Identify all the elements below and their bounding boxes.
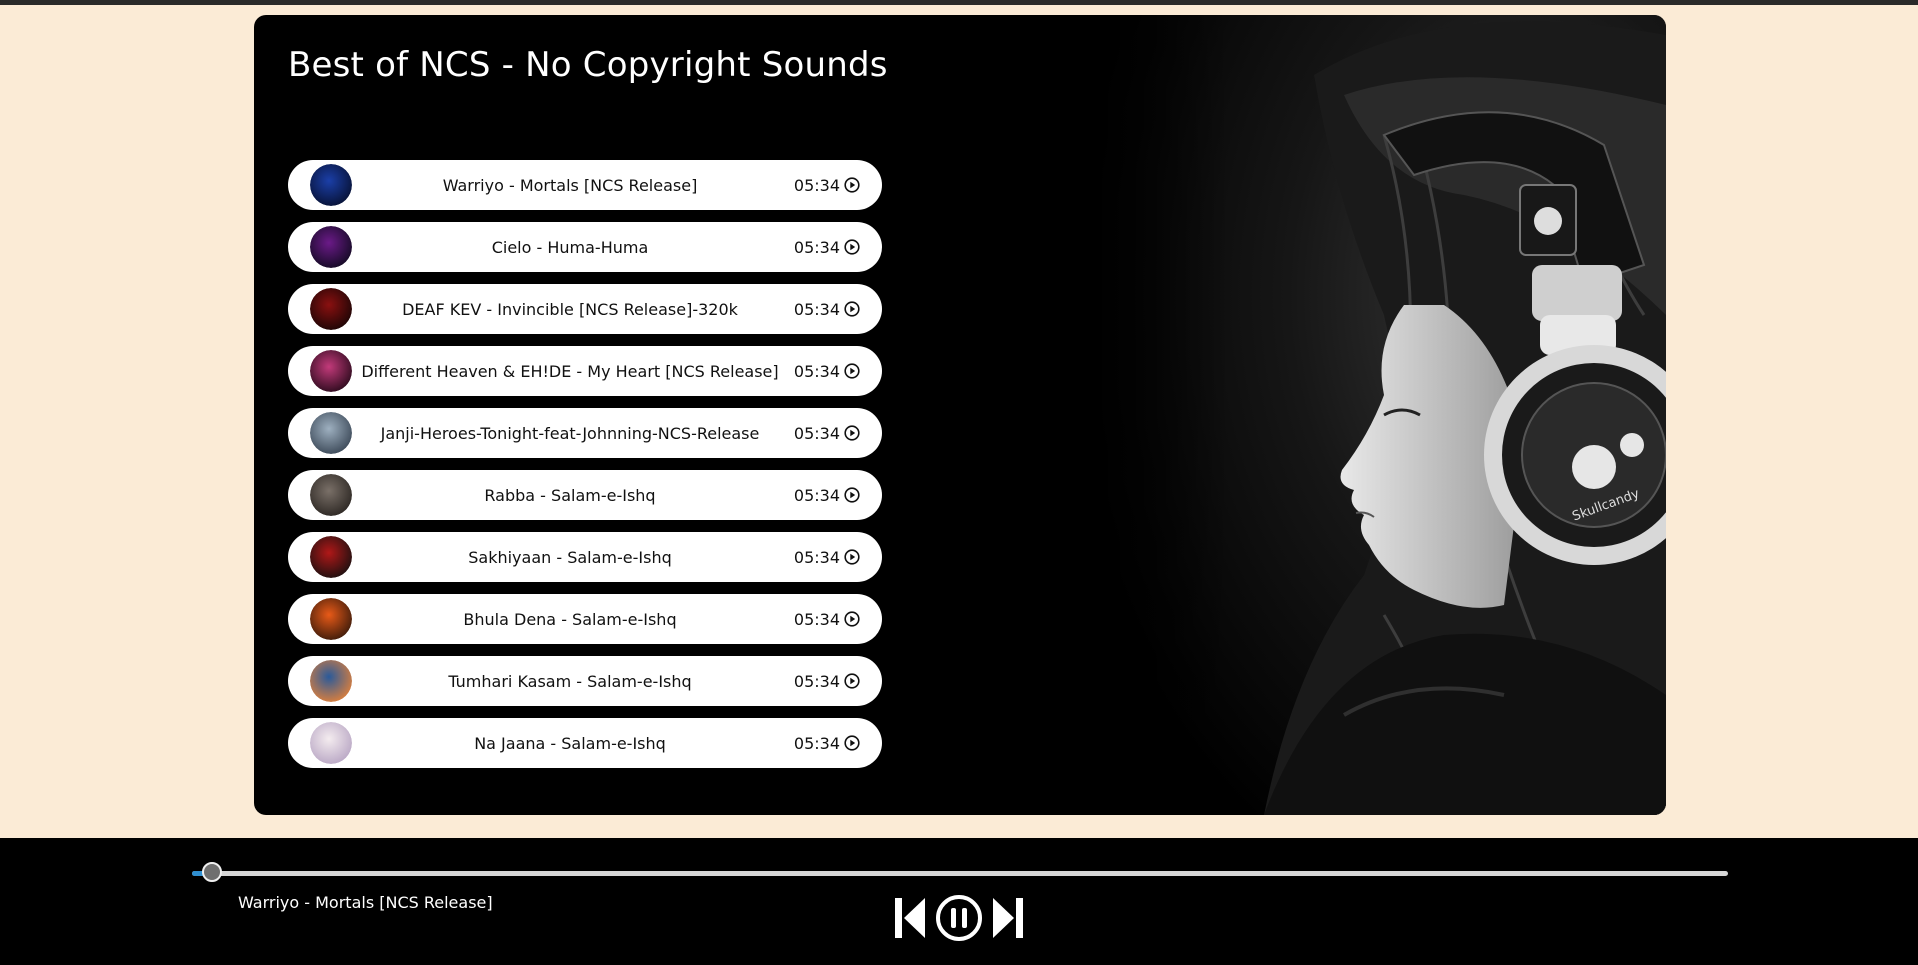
song-duration: 05:34 [794,610,860,629]
song-item[interactable]: Janji-Heroes-Tonight-feat-Johnning-NCS-R… [288,408,882,458]
song-title: Na Jaana - Salam-e-Ishq [474,733,666,753]
song-cover-image [310,598,352,640]
song-cover-image [310,474,352,516]
song-duration-text: 05:34 [793,423,840,443]
song-duration: 05:34 [794,238,860,257]
song-item[interactable]: Cielo - Huma-Huma 05:34 [288,222,882,272]
player-bar: Warriyo - Mortals [NCS Release] [0,838,1918,965]
song-duration-text: 05:34 [793,361,840,381]
play-circle-icon[interactable] [844,549,860,565]
song-item[interactable]: Tumhari Kasam - Salam-e-Ishq 05:34 [288,656,882,706]
song-duration-text: 05:34 [793,237,840,257]
play-circle-icon[interactable] [844,611,860,627]
song-item[interactable]: Warriyo - Mortals [NCS Release] 05:34 [288,160,882,210]
song-duration-text: 05:34 [793,733,840,753]
progress-thumb[interactable] [201,862,222,882]
progress-bar[interactable] [192,862,1728,882]
song-cover-image [310,226,352,268]
song-cover-image [310,164,352,206]
play-circle-icon[interactable] [844,735,860,751]
song-title: Different Heaven & EH!DE - My Heart [NCS… [361,361,779,381]
playlist-container: Best of NCS - No Copyright Sounds Warriy… [254,15,1666,815]
song-duration: 05:34 [794,424,860,443]
play-circle-icon[interactable] [844,673,860,689]
song-item[interactable]: Na Jaana - Salam-e-Ishq 05:34 [288,718,882,768]
song-duration: 05:34 [794,672,860,691]
song-cover-image [310,722,352,764]
song-duration-text: 05:34 [793,485,840,505]
song-item[interactable]: Sakhiyaan - Salam-e-Ishq 05:34 [288,532,882,582]
play-circle-icon[interactable] [844,487,860,503]
song-title: Sakhiyaan - Salam-e-Ishq [468,547,672,567]
song-duration: 05:34 [794,734,860,753]
song-duration-text: 05:34 [793,547,840,567]
song-duration-text: 05:34 [793,175,840,195]
next-icon[interactable] [991,895,1025,941]
play-circle-icon[interactable] [844,239,860,255]
song-duration-text: 05:34 [793,671,840,691]
song-duration: 05:34 [794,548,860,567]
song-title: Rabba - Salam-e-Ishq [484,485,656,505]
pause-icon[interactable] [935,894,983,942]
song-title: Warriyo - Mortals [NCS Release] [442,175,698,195]
song-title: Tumhari Kasam - Salam-e-Ishq [448,671,692,691]
song-duration: 05:34 [794,176,860,195]
song-title: Cielo - Huma-Huma [491,237,649,257]
song-cover-image [310,660,352,702]
song-cover-image [310,350,352,392]
play-circle-icon[interactable] [844,177,860,193]
hero-headphones-image: Skullcandy [1084,15,1666,815]
play-circle-icon[interactable] [844,363,860,379]
song-cover-image [310,536,352,578]
song-cover-image [310,412,352,454]
top-border [0,0,1918,5]
song-item[interactable]: DEAF KEV - Invincible [NCS Release]-320k… [288,284,882,334]
now-playing-title: Warriyo - Mortals [NCS Release] [238,893,493,912]
song-item[interactable]: Different Heaven & EH!DE - My Heart [NCS… [288,346,882,396]
song-title: DEAF KEV - Invincible [NCS Release]-320k [402,299,738,319]
play-circle-icon[interactable] [844,425,860,441]
song-item[interactable]: Bhula Dena - Salam-e-Ishq 05:34 [288,594,882,644]
song-title: Bhula Dena - Salam-e-Ishq [463,609,677,629]
song-duration-text: 05:34 [793,609,840,629]
song-item[interactable]: Rabba - Salam-e-Ishq 05:34 [288,470,882,520]
song-list: Warriyo - Mortals [NCS Release] 05:34 Ciel… [288,160,882,780]
song-duration-text: 05:34 [793,299,840,319]
song-title: Janji-Heroes-Tonight-feat-Johnning-NCS-R… [380,423,760,443]
song-duration: 05:34 [794,300,860,319]
play-circle-icon[interactable] [844,301,860,317]
song-duration: 05:34 [794,486,860,505]
song-duration: 05:34 [794,362,860,381]
playback-controls [893,894,1025,942]
page-title: Best of NCS - No Copyright Sounds [288,45,888,85]
song-cover-image [310,288,352,330]
previous-icon[interactable] [893,895,927,941]
